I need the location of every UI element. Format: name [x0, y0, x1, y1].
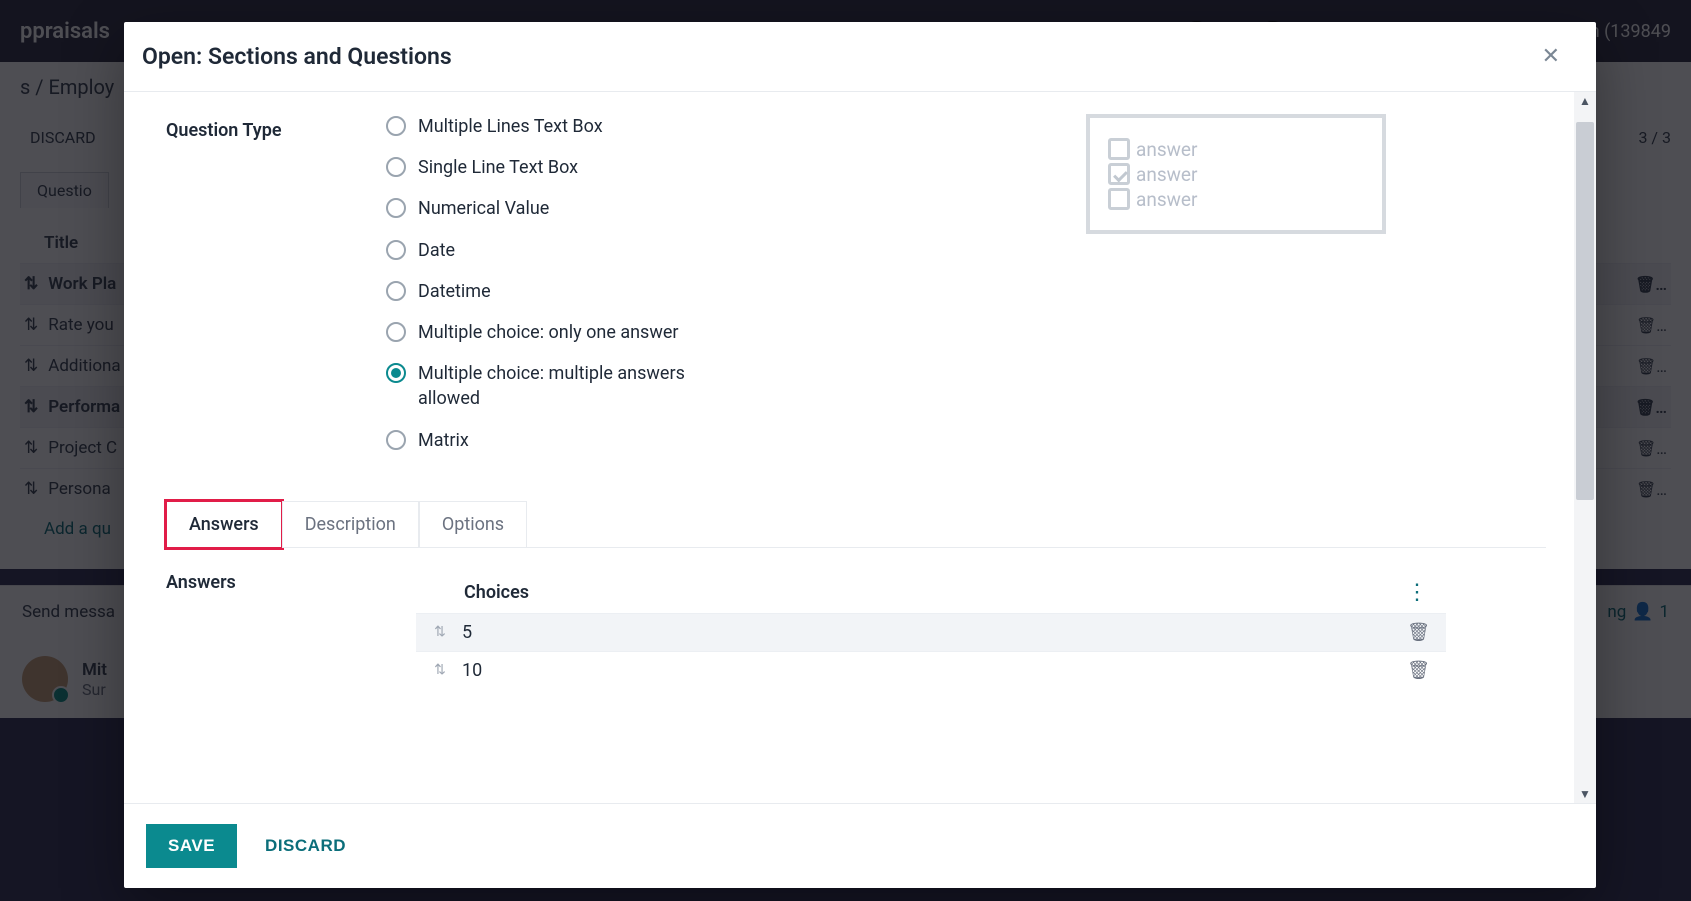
radio-numerical-value[interactable]: Numerical Value [386, 196, 796, 221]
close-icon[interactable]: ✕ [1534, 40, 1568, 73]
choices-table: Choices ⋮ ⇅ 5 🗑 ⇅ 10 🗑 [416, 572, 1446, 689]
tab-answers[interactable]: Answers [166, 501, 282, 548]
save-button[interactable]: SAVE [146, 824, 237, 868]
modal-dialog: Open: Sections and Questions ✕ Question … [124, 22, 1596, 888]
trash-icon[interactable]: 🗑 [1401, 660, 1436, 681]
drag-handle-icon[interactable]: ⇅ [426, 662, 454, 678]
choice-row[interactable]: ⇅ 5 🗑 [416, 613, 1446, 651]
radio-icon [386, 430, 406, 450]
radio-multiple-choice-one[interactable]: Multiple choice: only one answer [386, 320, 796, 345]
modal-body: Question Type Multiple Lines Text Box Si… [124, 92, 1574, 803]
scroll-up-icon[interactable]: ▲ [1579, 92, 1591, 110]
radio-icon [386, 240, 406, 260]
drag-handle-icon[interactable]: ⇅ [426, 624, 454, 640]
scroll-down-icon[interactable]: ▼ [1579, 785, 1591, 803]
radio-single-line-text-box[interactable]: Single Line Text Box [386, 155, 796, 180]
radio-icon [386, 322, 406, 342]
modal-title: Open: Sections and Questions [142, 43, 452, 70]
radio-icon [386, 116, 406, 136]
question-type-label: Question Type [166, 114, 376, 141]
question-type-preview: answer answer answer [1086, 114, 1386, 234]
radio-multiple-choice-multiple[interactable]: Multiple choice: multiple answers allowe… [386, 361, 796, 411]
trash-icon[interactable]: 🗑 [1401, 622, 1436, 643]
radio-icon [386, 281, 406, 301]
scroll-track[interactable] [1574, 110, 1596, 785]
radio-matrix[interactable]: Matrix [386, 428, 796, 453]
radio-multiple-lines-text-box[interactable]: Multiple Lines Text Box [386, 114, 796, 139]
checkbox-icon [1108, 138, 1130, 160]
radio-icon [386, 157, 406, 177]
discard-button[interactable]: DISCARD [265, 836, 346, 856]
modal-header: Open: Sections and Questions ✕ [124, 22, 1596, 92]
tab-options[interactable]: Options [419, 501, 527, 548]
vertical-scrollbar[interactable]: ▲ ▼ [1574, 92, 1596, 803]
tabs: Answers Description Options [166, 501, 1546, 548]
checkbox-icon [1108, 188, 1130, 210]
modal-footer: SAVE DISCARD [124, 803, 1596, 888]
radio-icon [386, 363, 406, 383]
radio-datetime[interactable]: Datetime [386, 279, 796, 304]
choice-value[interactable]: 10 [454, 660, 1401, 681]
choice-value[interactable]: 5 [454, 622, 1401, 643]
kebab-icon[interactable]: ⋮ [1398, 580, 1436, 605]
answers-label: Answers [166, 572, 406, 689]
choices-header: Choices [426, 582, 1398, 603]
question-type-radios: Multiple Lines Text Box Single Line Text… [386, 114, 796, 453]
checkbox-checked-icon [1108, 163, 1130, 185]
choice-row[interactable]: ⇅ 10 🗑 [416, 651, 1446, 689]
tab-description[interactable]: Description [282, 501, 419, 548]
scroll-thumb[interactable] [1576, 122, 1594, 500]
radio-icon [386, 198, 406, 218]
radio-date[interactable]: Date [386, 238, 796, 263]
